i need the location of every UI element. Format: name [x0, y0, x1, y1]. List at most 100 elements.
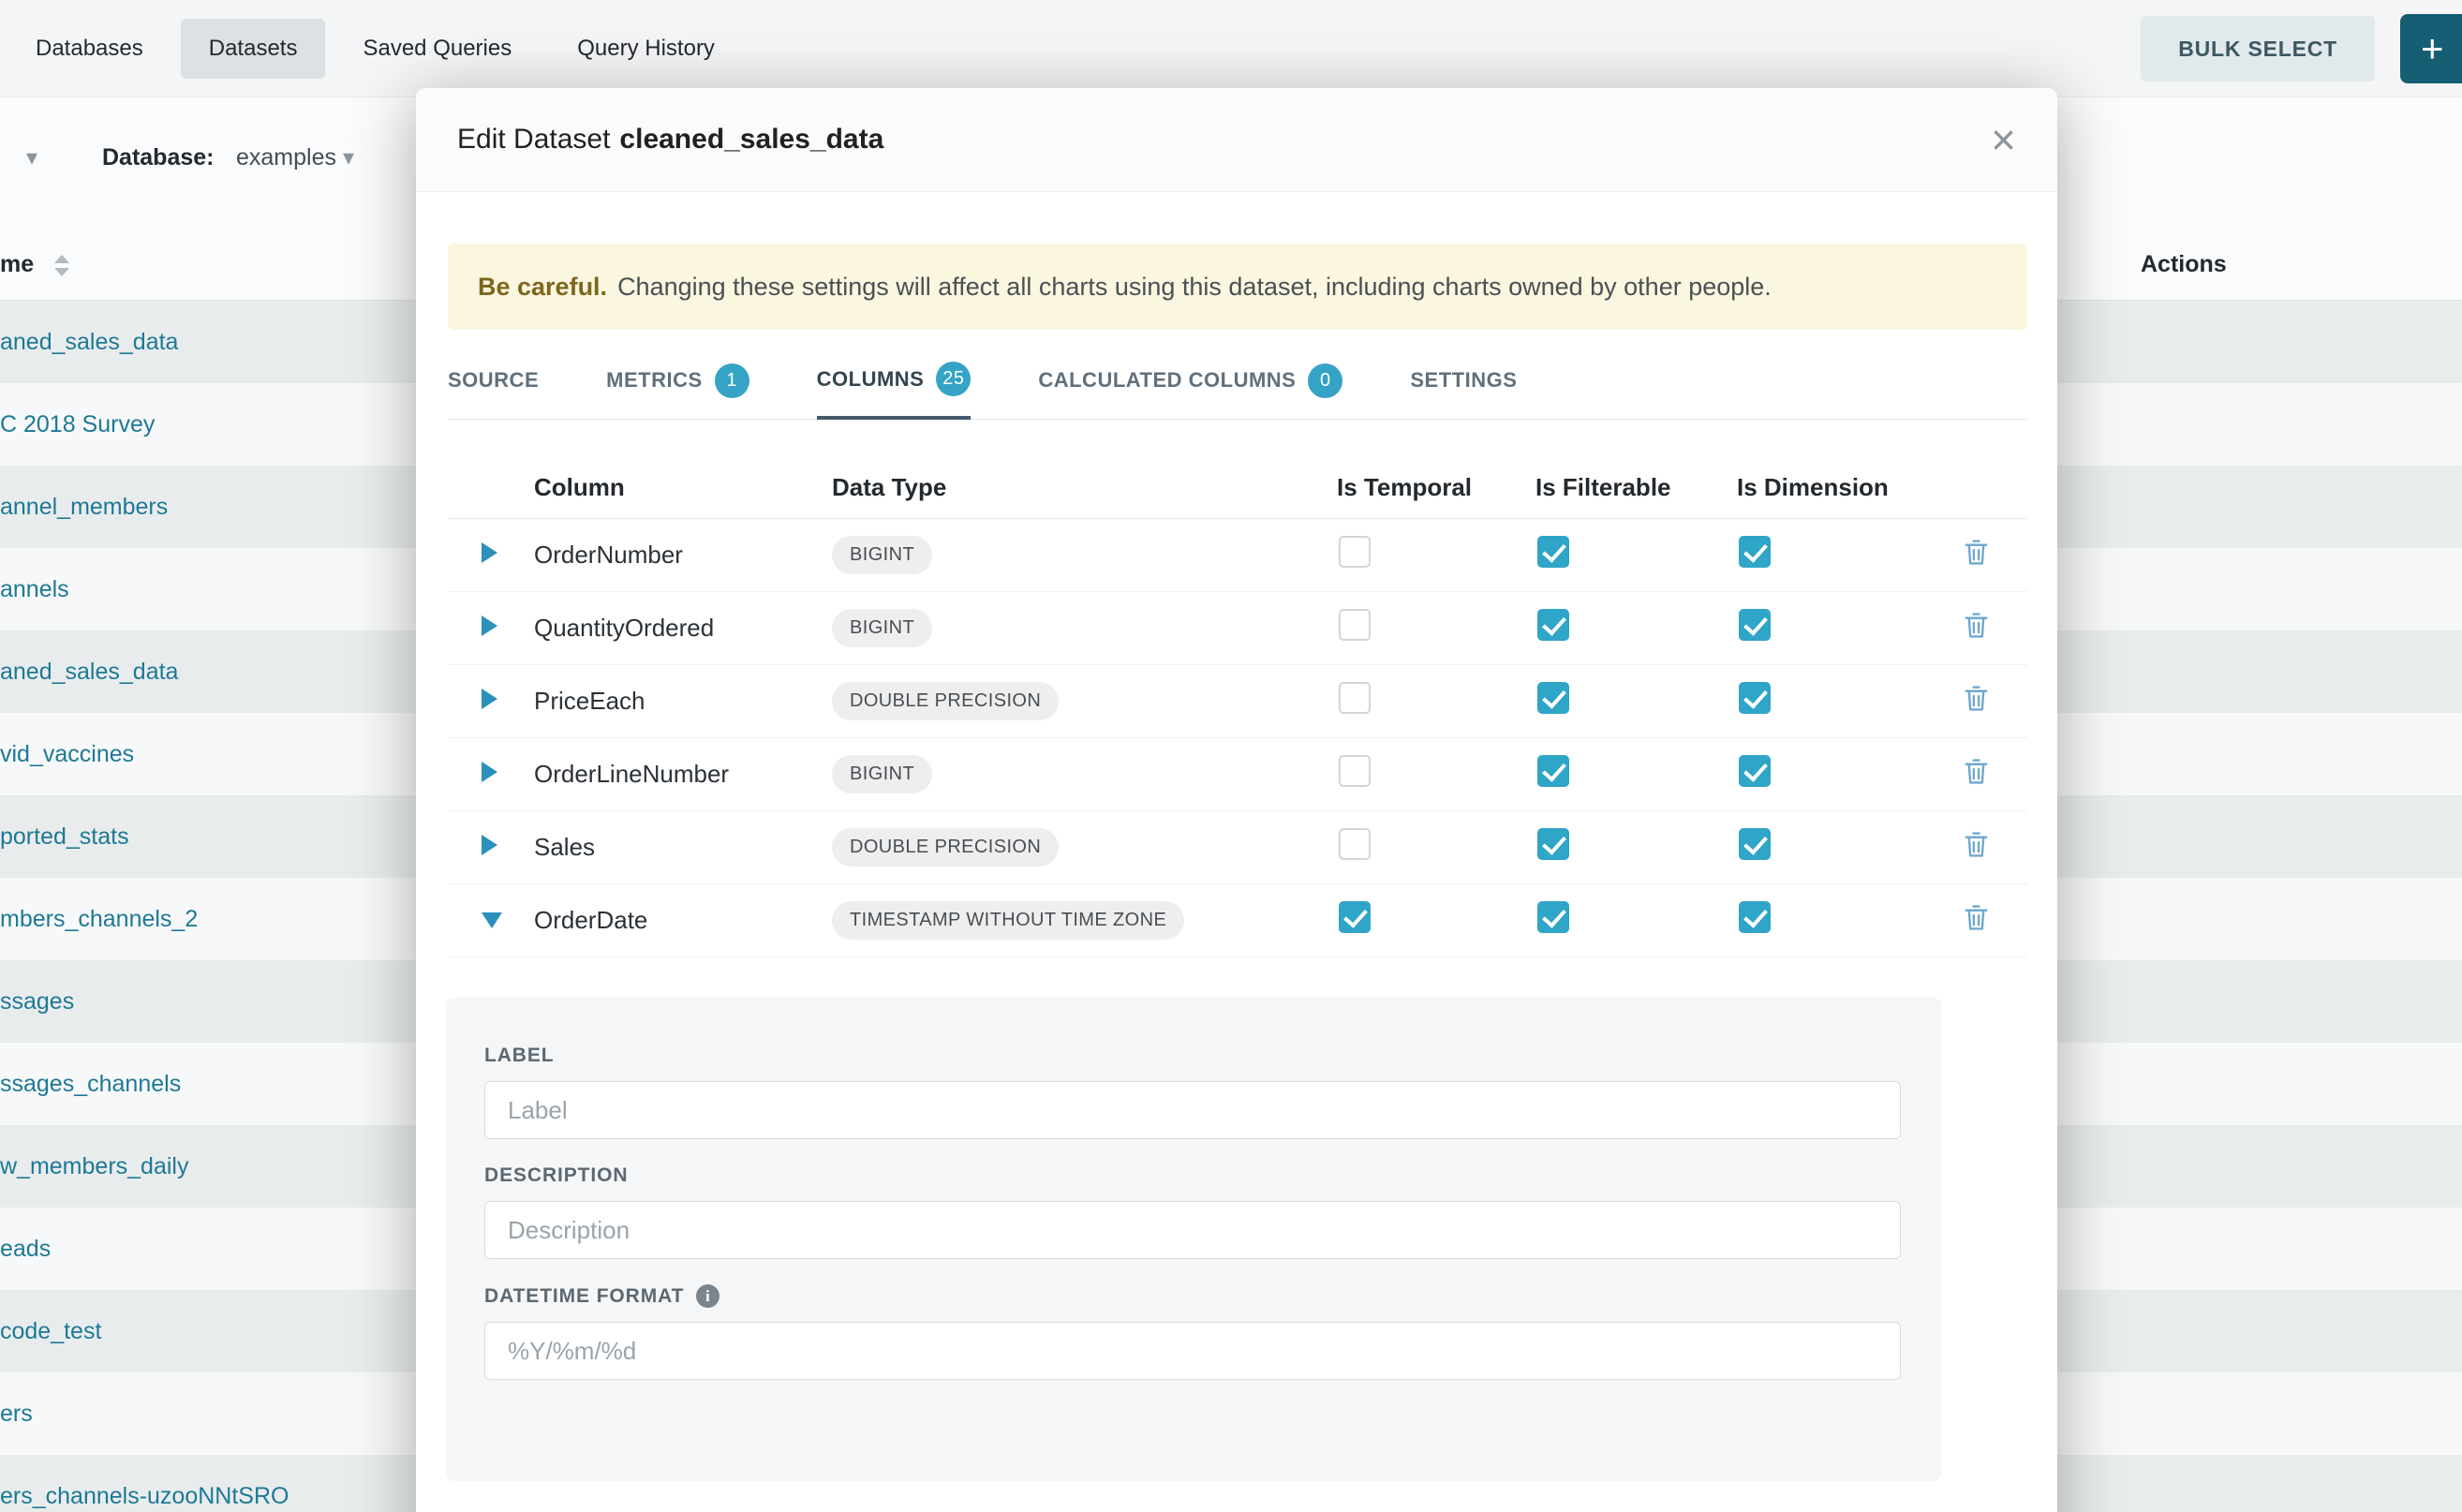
expand-caret-icon[interactable] — [482, 762, 497, 782]
modal-header: Edit Dataset cleaned_sales_data × — [416, 88, 2057, 192]
column-name: PriceEach — [534, 687, 832, 716]
dataset-name-link[interactable]: aned_sales_data — [0, 329, 178, 356]
column-name: OrderNumber — [534, 541, 832, 570]
delete-column-icon[interactable] — [1963, 830, 1990, 859]
is-dimension-checkbox[interactable] — [1739, 682, 1771, 714]
dataset-name-link[interactable]: eads — [0, 1236, 51, 1263]
data-type-pill: DOUBLE PRECISION — [832, 828, 1059, 867]
modal-tab-bar: SOURCE METRICS 1 COLUMNS 25 CALCULATED C… — [448, 330, 2027, 420]
dataset-name-link[interactable]: w_members_daily — [0, 1153, 188, 1180]
is-temporal-checkbox[interactable] — [1339, 901, 1371, 933]
tab-calculated-columns[interactable]: CALCULATED COLUMNS 0 — [1038, 362, 1342, 419]
is-temporal-checkbox[interactable] — [1339, 536, 1371, 568]
is-dimension-checkbox[interactable] — [1739, 755, 1771, 787]
bulk-select-button[interactable]: BULK SELECT — [2141, 16, 2375, 82]
expand-caret-icon[interactable] — [482, 912, 502, 928]
columns-count-badge: 25 — [936, 362, 971, 396]
dataset-name-link[interactable]: code_test — [0, 1318, 101, 1345]
is-filterable-checkbox[interactable] — [1537, 828, 1569, 860]
dataset-name-link[interactable]: ssages — [0, 988, 74, 1015]
nav-tab-saved-queries[interactable]: Saved Queries — [334, 19, 540, 79]
delete-column-icon[interactable] — [1963, 611, 1990, 640]
label-input[interactable] — [484, 1081, 1901, 1139]
data-type-pill: DOUBLE PRECISION — [832, 682, 1059, 720]
collapse-caret-icon[interactable]: ▾ — [26, 144, 37, 171]
is-temporal-checkbox[interactable] — [1339, 755, 1371, 787]
database-filter-value[interactable]: examples — [236, 144, 336, 171]
is-dimension-checkbox[interactable] — [1739, 609, 1771, 641]
expand-caret-icon[interactable] — [482, 615, 497, 636]
dataset-name-link[interactable]: ssages_channels — [0, 1071, 181, 1098]
dataset-name-link[interactable]: ers_channels-uzooNNtSRO — [0, 1483, 289, 1510]
is-filterable-checkbox[interactable] — [1537, 755, 1569, 787]
column-name: QuantityOrdered — [534, 614, 832, 643]
is-filterable-checkbox[interactable] — [1537, 901, 1569, 933]
top-navigation: Databases Datasets Saved Queries Query H… — [0, 0, 2462, 97]
datetime-format-field: DATETIME FORMAT i — [484, 1284, 1941, 1380]
dataset-name-link[interactable]: C 2018 Survey — [0, 411, 155, 438]
close-icon[interactable]: × — [1991, 118, 2016, 161]
column-row: PriceEach DOUBLE PRECISION — [448, 665, 2027, 738]
dataset-name-link[interactable]: mbers_channels_2 — [0, 906, 198, 933]
database-dropdown-caret-icon[interactable]: ▾ — [343, 144, 354, 171]
tab-metrics-label: METRICS — [606, 368, 703, 393]
header-column: Column — [534, 473, 832, 502]
column-name: Sales — [534, 833, 832, 862]
warning-banner: Be careful. Changing these settings will… — [448, 244, 2027, 330]
data-type-pill: BIGINT — [832, 536, 932, 574]
data-type-pill: BIGINT — [832, 609, 932, 647]
tab-source-label: SOURCE — [448, 368, 539, 393]
warning-text: Changing these settings will affect all … — [617, 273, 1772, 302]
datasets-page: Databases Datasets Saved Queries Query H… — [0, 0, 2462, 1512]
is-dimension-checkbox[interactable] — [1739, 828, 1771, 860]
dataset-name-link[interactable]: annel_members — [0, 494, 168, 521]
database-filter-label: Database: — [102, 144, 215, 171]
header-is-temporal: Is Temporal — [1337, 473, 1535, 502]
expand-caret-icon[interactable] — [482, 542, 497, 563]
expand-caret-icon[interactable] — [482, 835, 497, 855]
calculated-columns-count-badge: 0 — [1308, 363, 1342, 398]
is-dimension-checkbox[interactable] — [1739, 536, 1771, 568]
column-name: OrderLineNumber — [534, 760, 832, 789]
modal-title: Edit Dataset cleaned_sales_data — [457, 124, 883, 156]
tab-metrics[interactable]: METRICS 1 — [606, 362, 749, 419]
tab-settings[interactable]: SETTINGS — [1410, 362, 1517, 419]
tab-settings-label: SETTINGS — [1410, 368, 1517, 393]
dataset-name-link[interactable]: annels — [0, 576, 69, 603]
header-is-dimension: Is Dimension — [1737, 473, 1963, 502]
is-filterable-checkbox[interactable] — [1537, 609, 1569, 641]
nav-tab-query-history[interactable]: Query History — [549, 19, 743, 79]
is-temporal-checkbox[interactable] — [1339, 682, 1371, 714]
column-row: OrderDate TIMESTAMP WITHOUT TIME ZONE — [448, 884, 2027, 957]
delete-column-icon[interactable] — [1963, 903, 1990, 932]
tab-columns-label: COLUMNS — [817, 367, 925, 392]
description-field-label: DESCRIPTION — [484, 1164, 1941, 1187]
column-detail-editor: LABEL DESCRIPTION DATETIME FORMAT i — [446, 998, 1941, 1481]
is-filterable-checkbox[interactable] — [1537, 536, 1569, 568]
dataset-name-link[interactable]: aned_sales_data — [0, 659, 178, 686]
nav-tab-databases[interactable]: Databases — [7, 19, 171, 79]
modal-title-prefix: Edit Dataset — [457, 124, 610, 155]
is-temporal-checkbox[interactable] — [1339, 609, 1371, 641]
expand-caret-icon[interactable] — [482, 689, 497, 709]
tab-columns[interactable]: COLUMNS 25 — [817, 362, 971, 420]
dataset-name-link[interactable]: vid_vaccines — [0, 741, 134, 768]
is-temporal-checkbox[interactable] — [1339, 828, 1371, 860]
nav-tab-datasets[interactable]: Datasets — [181, 19, 326, 79]
is-dimension-checkbox[interactable] — [1739, 901, 1771, 933]
dataset-name-link[interactable]: ported_stats — [0, 823, 129, 851]
name-column-header[interactable]: me — [0, 251, 34, 278]
actions-column-header: Actions — [2141, 251, 2227, 278]
tab-source[interactable]: SOURCE — [448, 362, 539, 419]
is-filterable-checkbox[interactable] — [1537, 682, 1569, 714]
delete-column-icon[interactable] — [1963, 538, 1990, 567]
dataset-name-link[interactable]: ers — [0, 1401, 33, 1428]
sort-icon[interactable] — [54, 255, 69, 276]
delete-column-icon[interactable] — [1963, 757, 1990, 786]
delete-column-icon[interactable] — [1963, 684, 1990, 713]
datetime-format-input[interactable] — [484, 1322, 1901, 1380]
description-input[interactable] — [484, 1201, 1901, 1259]
modal-title-dataset-name: cleaned_sales_data — [619, 124, 883, 155]
add-dataset-button[interactable]: + — [2400, 14, 2462, 83]
data-type-pill: TIMESTAMP WITHOUT TIME ZONE — [832, 901, 1184, 940]
